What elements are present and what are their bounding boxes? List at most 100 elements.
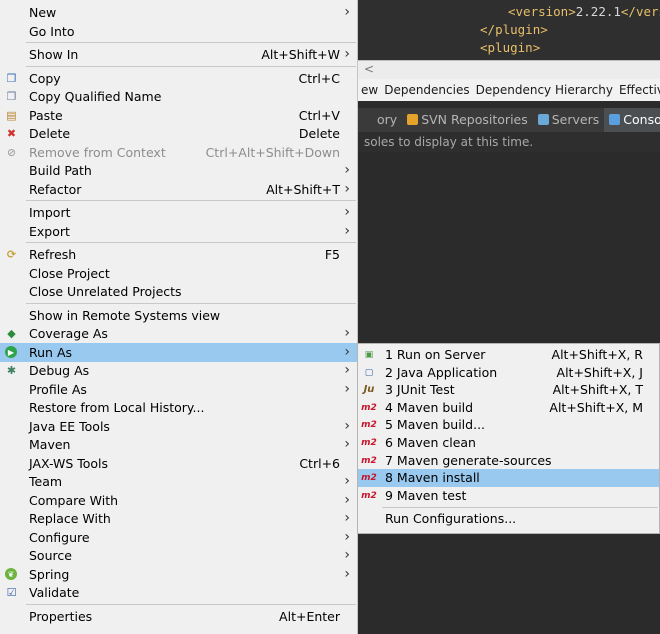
submenu-item-9-maven-test[interactable]: m2 9 Maven test xyxy=(358,487,659,505)
submenu-item-4-maven-build[interactable]: m2 4 Maven build Alt+Shift+X, M xyxy=(358,399,659,417)
menu-separator xyxy=(26,42,356,43)
pom-tab-dependencies[interactable]: Dependencies xyxy=(381,79,472,97)
menu-item-label: New xyxy=(29,5,57,20)
menu-item-label: Restore from Local History... xyxy=(29,400,205,415)
history-icon xyxy=(363,114,374,125)
menu-item-show-in[interactable]: Show In Alt+Shift+W › xyxy=(0,45,357,64)
m2-icon: m2 xyxy=(361,402,377,413)
menu-item-configure[interactable]: Configure › xyxy=(0,528,357,547)
code-line: </plugin> xyxy=(480,22,548,37)
chevron-right-icon: › xyxy=(344,180,350,197)
xml-tag-name: plugin xyxy=(487,40,533,55)
menu-item-label: Configure xyxy=(29,529,90,545)
chevron-right-icon: › xyxy=(344,380,350,397)
submenu-item-1-run-on-server[interactable]: ▣ 1 Run on Server Alt+Shift+X, R xyxy=(358,346,659,364)
chevron-right-icon: › xyxy=(344,491,350,508)
menu-item-refactor[interactable]: Refactor Alt+Shift+T › xyxy=(0,180,357,199)
pom-tab-ew[interactable]: ew xyxy=(358,79,381,97)
menu-item-build-path[interactable]: Build Path › xyxy=(0,161,357,180)
menu-item-validate[interactable]: ☑ Validate xyxy=(0,583,357,602)
view-tab-console[interactable]: Console × xyxy=(604,108,660,132)
view-tab-servers[interactable]: Servers xyxy=(533,108,605,132)
menu-item-import[interactable]: Import › xyxy=(0,203,357,222)
xml-editor[interactable]: <version>2.22.1</vers</plugin><plugin> xyxy=(358,0,660,60)
menu-item-paste[interactable]: ▤ Paste Ctrl+V xyxy=(0,106,357,125)
submenu-item-3-junit-test[interactable]: Ju 3 JUnit Test Alt+Shift+X, T xyxy=(358,381,659,399)
menu-item-label: Show in Remote Systems view xyxy=(29,307,221,323)
menu-item-java-ee-tools[interactable]: Java EE Tools › xyxy=(0,417,357,436)
chevron-right-icon: › xyxy=(344,362,350,378)
pom-tab-effective-pc[interactable]: Effective PC xyxy=(616,79,660,97)
view-tab-label: ory xyxy=(377,112,398,127)
submenu-item-label: 3 JUnit Test xyxy=(385,382,455,398)
view-tab-bar: ory SVN Repositories Servers Console × xyxy=(358,108,660,132)
menu-item-team[interactable]: Team › xyxy=(0,472,357,491)
menu-item-label: Java EE Tools xyxy=(29,418,110,434)
menu-item-shortcut: Ctrl+C xyxy=(298,70,340,86)
chevron-right-icon: › xyxy=(344,204,350,220)
menu-item-jax-ws-tools[interactable]: JAX-WS Tools Ctrl+6 xyxy=(0,454,357,473)
menu-item-replace-with[interactable]: Replace With › xyxy=(0,509,357,528)
remove-context-icon: ⊘ xyxy=(6,145,17,159)
menu-item-shortcut: Alt+Shift+T xyxy=(266,181,340,197)
menu-item-compare-with[interactable]: Compare With › xyxy=(0,491,357,510)
menu-item-run-as[interactable]: ▶ Run As › xyxy=(0,342,357,362)
submenu-item-2-java-application[interactable]: ▢ 2 Java Application Alt+Shift+X, J xyxy=(358,364,659,382)
menu-item-label: Run As xyxy=(29,344,73,360)
submenu-item-run-configurations[interactable]: Run Configurations... xyxy=(358,510,659,528)
chevron-right-icon: › xyxy=(344,325,350,341)
menu-item-profile-as[interactable]: Profile As › xyxy=(0,380,357,399)
menu-item-restore-from-local-history[interactable]: Restore from Local History... xyxy=(0,398,357,417)
junit-icon: Ju xyxy=(363,384,375,396)
chevron-right-icon: › xyxy=(344,343,350,360)
submenu-item-6-maven-clean[interactable]: m2 6 Maven clean xyxy=(358,434,659,452)
menu-item-refresh[interactable]: ⟳ Refresh F5 xyxy=(0,245,357,264)
menu-item-label: Export xyxy=(29,223,70,239)
submenu-item-label: 1 Run on Server xyxy=(385,347,486,362)
menu-item-maven[interactable]: Maven › xyxy=(0,435,357,454)
debug-icon: ✱ xyxy=(6,364,17,377)
menu-item-label: Profile As xyxy=(29,381,87,397)
m2-icon: m2 xyxy=(361,420,377,431)
menu-item-label: Replace With xyxy=(29,511,111,526)
menu-item-spring[interactable]: ❦ Spring › xyxy=(0,565,357,584)
submenu-item-label: 7 Maven generate-sources xyxy=(385,452,552,468)
console-message: soles to display at this time. xyxy=(358,132,660,152)
xml-tag-name: </vers xyxy=(620,4,660,19)
menu-item-delete[interactable]: ✖ Delete Delete xyxy=(0,124,357,143)
menu-item-source[interactable]: Source › xyxy=(0,546,357,565)
menu-item-new[interactable]: New › xyxy=(0,3,357,22)
menu-item-copy-qualified-name[interactable]: ❐ Copy Qualified Name xyxy=(0,87,357,106)
menu-item-debug-as[interactable]: ✱ Debug As › xyxy=(0,361,357,380)
horizontal-scrollbar[interactable]: < xyxy=(358,60,660,79)
submenu-item-5-maven-build[interactable]: m2 5 Maven build... xyxy=(358,416,659,434)
menu-item-close-unrelated-projects[interactable]: Close Unrelated Projects xyxy=(0,282,357,301)
coverage-icon: ◆ xyxy=(7,327,16,340)
view-tab-ory[interactable]: ory xyxy=(358,108,402,132)
submenu-item-8-maven-install[interactable]: m2 8 Maven install xyxy=(358,469,659,488)
svn-icon xyxy=(407,114,419,125)
menu-separator xyxy=(26,65,356,67)
menu-item-show-in-remote-systems-view[interactable]: Show in Remote Systems view xyxy=(0,306,357,325)
menu-item-coverage-as[interactable]: ◆ Coverage As › xyxy=(0,324,357,343)
scroll-left-arrow-icon[interactable]: < xyxy=(364,62,374,76)
submenu-item-label: 4 Maven build xyxy=(385,399,474,415)
m2-icon: m2 xyxy=(361,455,377,466)
menu-item-properties[interactable]: Properties Alt+Enter xyxy=(0,607,357,626)
menu-item-label: Refactor xyxy=(29,181,82,197)
xml-bracket: > xyxy=(540,22,548,37)
chevron-right-icon: › xyxy=(344,417,350,434)
menu-item-close-project[interactable]: Close Project xyxy=(0,264,357,283)
submenu-item-7-maven-generate-sources[interactable]: m2 7 Maven generate-sources xyxy=(358,452,659,470)
menu-item-copy[interactable]: ❐ Copy Ctrl+C xyxy=(0,69,357,88)
menu-item-go-into[interactable]: Go Into xyxy=(0,22,357,41)
menu-item-label: Coverage As xyxy=(29,326,108,341)
submenu-item-shortcut: Alt+Shift+X, J xyxy=(556,364,643,380)
menu-item-label: Remove from Context xyxy=(29,144,166,160)
view-tab-label: Console xyxy=(623,112,660,127)
m2-icon: m2 xyxy=(361,473,377,484)
menu-item-label: Properties xyxy=(29,608,93,624)
menu-item-export[interactable]: Export › xyxy=(0,222,357,241)
view-tab-svn-repositories[interactable]: SVN Repositories xyxy=(402,108,533,132)
pom-tab-dependency-hierarchy[interactable]: Dependency Hierarchy xyxy=(473,79,616,97)
